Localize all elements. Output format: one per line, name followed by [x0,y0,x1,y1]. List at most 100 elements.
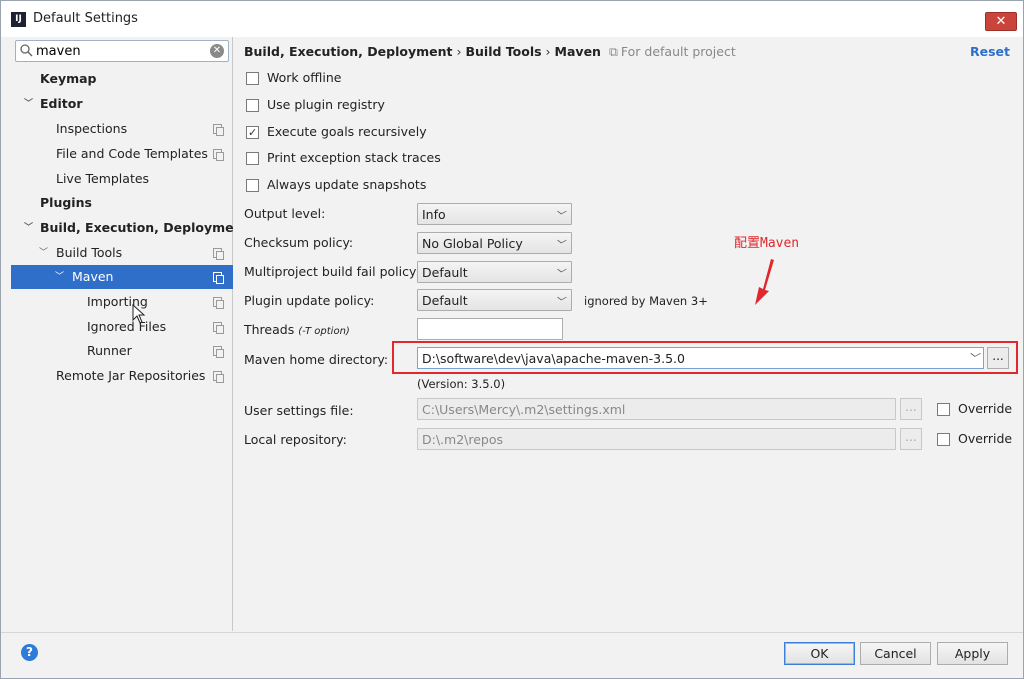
project-copy-icon [213,297,224,309]
option-label: Print exception stack traces [267,150,441,165]
sidebar-item-label: Live Templates [56,171,150,186]
sidebar-item-label: Runner [87,343,132,358]
plugin-update-select[interactable]: Default ﹀ [417,289,572,311]
user-settings-value: C:\Users\Mercy\.m2\settings.xml [422,402,626,417]
checkbox[interactable] [937,433,950,446]
checksum-policy-label: Checksum policy: [244,235,354,250]
option-label: Always update snapshots [267,177,427,192]
option-label: Work offline [267,70,342,85]
chevron-down-icon[interactable]: ﹀ [24,216,33,240]
chevron-down-icon: ﹀ [555,211,565,222]
checkbox[interactable] [937,403,950,416]
local-repo-browse-button[interactable]: ... [900,428,922,450]
breadcrumb: Build, Execution, Deployment › Build Tools… [244,44,736,60]
output-level-label: Output level: [244,206,326,221]
sidebar-item-label: Remote Jar Repositories [56,368,206,383]
clear-search-icon[interactable]: ✕ [210,44,224,58]
project-copy-icon [213,272,224,284]
breadcrumb-separator: › [545,44,551,59]
sidebar-item-keymap[interactable]: Keymap [11,67,233,91]
checksum-policy-select[interactable]: No Global Policy ﹀ [417,232,572,254]
project-copy-icon [213,248,224,260]
sidebar-item-label: File and Code Templates [56,146,208,161]
sidebar-item-plugins[interactable]: Plugins [11,191,233,215]
threads-input[interactable] [417,318,563,340]
cancel-button[interactable]: Cancel [860,642,931,665]
annotation-arrow-icon [755,259,774,305]
sidebar-item-runner[interactable]: Runner [11,339,233,363]
sidebar-item-ignored-files[interactable]: Ignored Files [11,315,233,339]
search-box[interactable]: ✕ [15,40,229,62]
breadcrumb-item: Maven [554,44,601,59]
option-label: Override [958,401,1013,416]
search-input[interactable] [36,42,206,60]
maven-settings-panel: Build, Execution, Deployment › Build Tools… [234,37,1023,631]
checkbox[interactable] [246,179,259,192]
sidebar-item-remote-jar-repositories[interactable]: Remote Jar Repositories [11,364,233,388]
checkbox[interactable] [246,152,259,165]
help-icon[interactable]: ? [21,644,38,661]
chevron-down-icon[interactable]: ﹀ [55,265,64,289]
option-label: Use plugin registry [267,97,385,112]
fail-policy-label: Multiproject build fail policy: [244,264,420,279]
breadcrumb-item: Build Tools [465,44,542,59]
sidebar-item-label: Ignored Files [87,319,167,334]
close-button[interactable]: ✕ [985,12,1017,31]
sidebar-item-label: Build, Execution, Deployment [40,220,249,235]
option-label: Execute goals recursively [267,124,427,139]
select-value: Info [422,207,446,222]
checkbox[interactable] [246,99,259,112]
sidebar-item-label: Plugins [40,195,92,210]
threads-label-text: Threads [244,322,295,337]
local-repo-value: D:\.m2\repos [422,432,504,447]
maven-home-label: Maven home directory: [244,352,389,367]
sidebar-item-build-execution-deployment[interactable]: ﹀ Build, Execution, Deployment [11,216,248,240]
project-copy-icon [213,371,224,383]
user-settings-input[interactable]: C:\Users\Mercy\.m2\settings.xml [417,398,896,420]
mouse-cursor-icon [132,304,146,324]
sidebar-item-editor[interactable]: ﹀ Editor [11,92,233,116]
breadcrumb-separator: › [456,44,462,59]
project-copy-icon [213,124,224,136]
dialog-footer: ? OK Cancel Apply [1,632,1023,678]
maven-home-highlight-box [392,341,1018,374]
reset-link[interactable]: Reset [970,44,1010,59]
maven-version-text: (Version: 3.5.0) [417,377,506,391]
chevron-down-icon: ﹀ [555,269,565,280]
chevron-down-icon: ﹀ [555,240,565,251]
sidebar-item-importing[interactable]: Importing [11,290,233,314]
output-level-select[interactable]: Info ﹀ [417,203,572,225]
select-value: Default [422,265,468,280]
sidebar-item-label: Build Tools [56,245,123,260]
ok-button[interactable]: OK [784,642,855,665]
checkbox[interactable] [246,123,259,143]
threads-hint: (-T option) [298,326,350,337]
sidebar-item-build-tools[interactable]: ﹀ Build Tools [11,241,233,265]
sidebar-item-maven[interactable]: ﹀ Maven [11,265,233,289]
breadcrumb-item: Build, Execution, Deployment [244,44,453,59]
sidebar-item-label: Maven [72,269,114,284]
sidebar-item-inspections[interactable]: Inspections [11,117,233,141]
search-icon [20,44,33,57]
sidebar-item-file-templates[interactable]: File and Code Templates [11,142,233,166]
checkbox[interactable] [246,72,259,85]
window-title: Default Settings [33,11,138,26]
annotation-text: 配置Maven [734,236,800,251]
select-value: No Global Policy [422,236,523,251]
threads-label: Threads (-T option) [244,322,350,337]
sidebar-item-live-templates[interactable]: Live Templates [11,167,233,191]
plugin-update-label: Plugin update policy: [244,293,375,308]
project-copy-icon [213,322,224,334]
settings-sidebar: ✕ Keymap ﹀ Editor Inspections File and C… [11,37,248,631]
option-label: Override [958,431,1013,446]
chevron-down-icon[interactable]: ﹀ [24,92,33,116]
apply-button[interactable]: Apply [937,642,1008,665]
local-repo-input[interactable]: D:\.m2\repos [417,428,896,450]
user-settings-browse-button[interactable]: ... [900,398,922,420]
scope-note: For default project [620,44,736,59]
user-settings-label: User settings file: [244,403,354,418]
intellij-app-icon: IJ [11,12,26,27]
chevron-down-icon: ﹀ [555,297,565,308]
chevron-down-icon[interactable]: ﹀ [39,241,48,265]
fail-policy-select[interactable]: Default ﹀ [417,261,572,283]
